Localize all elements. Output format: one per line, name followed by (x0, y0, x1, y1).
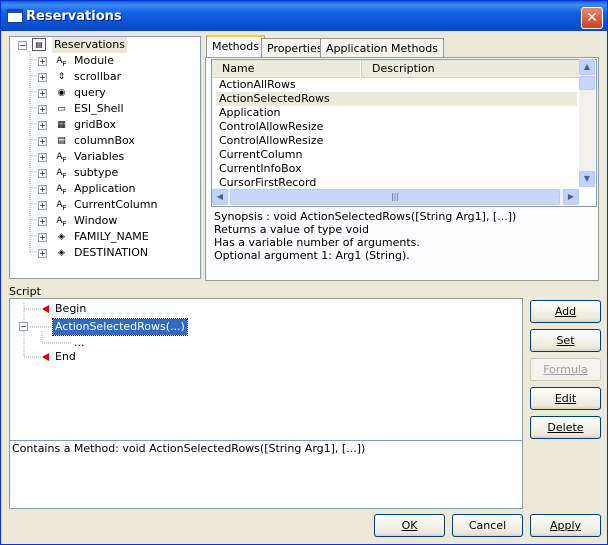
tree-item-label: ESI_Shell (74, 102, 124, 115)
edit-button[interactable]: Edit (530, 387, 601, 410)
tab-application-methods[interactable]: Application Methods (320, 38, 444, 58)
field-icon: ◈ (58, 232, 65, 242)
af-icon: AF (56, 56, 67, 68)
expand-icon[interactable]: + (38, 137, 47, 146)
synopsis-line: Optional argument 1: Arg1 (String). (214, 249, 410, 262)
expand-icon[interactable]: + (38, 121, 47, 130)
close-button[interactable]: ✕ (581, 7, 603, 29)
tree-item-label: query (74, 86, 106, 99)
expand-icon[interactable]: + (38, 249, 47, 258)
tree-item-label: DESTINATION (74, 246, 149, 259)
column-icon: ▤ (57, 136, 66, 146)
description-text: Contains a Method: void ActionSelectedRo… (12, 442, 366, 455)
scroll-thumb[interactable] (579, 76, 595, 90)
query-icon: ◉ (57, 88, 66, 98)
object-tree[interactable]: − ▤ Reservations + AF Module + ⇕ scrollbar + ◉ quer… (9, 36, 201, 279)
list-horizontal-scrollbar[interactable]: ◀ ||| ▶ (212, 189, 579, 205)
expand-icon[interactable]: + (38, 89, 47, 98)
begin-marker-icon (42, 305, 49, 313)
expand-icon[interactable]: + (38, 105, 47, 114)
expand-icon[interactable]: + (38, 73, 47, 82)
collapse-icon[interactable]: − (18, 41, 27, 50)
list-item[interactable]: ActionSelectedRows (216, 92, 577, 106)
window-icon (7, 9, 23, 23)
expand-icon[interactable]: + (38, 57, 47, 66)
script-node-selected[interactable]: ActionSelectedRows(...) (52, 318, 188, 336)
field-icon: ◈ (58, 248, 65, 258)
title-bar[interactable]: Reservations ✕ (1, 1, 607, 31)
script-tree[interactable]: Begin − ActionSelectedRows(...) ... End (9, 298, 523, 442)
list-item[interactable]: CursorFirstRecord (219, 176, 316, 190)
grid-icon: ▦ (57, 120, 66, 130)
tree-root-label: Reservations (52, 37, 127, 53)
list-item[interactable]: ControlAllowResize (219, 120, 323, 134)
synopsis-line: Has a variable number of arguments. (214, 236, 420, 249)
af-icon: AF (56, 152, 67, 164)
delete-button[interactable]: Delete (530, 416, 601, 439)
tree-item-label: subtype (74, 166, 119, 179)
script-label: Script (9, 285, 41, 298)
tree-item-label: Module (74, 54, 114, 67)
tab-methods[interactable]: Methods (206, 35, 265, 59)
list-item[interactable]: CurrentInfoBox (219, 162, 302, 176)
expand-icon[interactable]: + (38, 201, 47, 210)
collapse-icon[interactable]: − (19, 322, 28, 331)
list-item[interactable]: ControlAllowResize (219, 134, 323, 148)
formula-button[interactable]: Formula (530, 358, 601, 381)
list-vertical-scrollbar[interactable]: ▲ ▼ (579, 59, 595, 187)
script-node-end[interactable]: End (55, 349, 76, 365)
script-description: Contains a Method: void ActionSelectedRo… (9, 440, 523, 509)
tree-item-label: Application (74, 182, 136, 195)
af-icon: AF (56, 200, 67, 212)
tab-properties[interactable]: Properties (261, 38, 329, 58)
list-item[interactable]: CurrentColumn (219, 148, 302, 162)
column-header-description[interactable]: Description (361, 60, 579, 78)
ok-button[interactable]: OK (374, 514, 445, 537)
column-header-name[interactable]: Name (212, 60, 360, 78)
tree-item-label: Variables (74, 150, 125, 163)
scroll-right-icon[interactable]: ▶ (563, 189, 579, 205)
tree-item-label: gridBox (74, 118, 116, 131)
tree-item-label: Window (74, 214, 118, 227)
scroll-up-icon[interactable]: ▲ (579, 59, 595, 75)
tree-item-label: FAMILY_NAME (74, 230, 149, 243)
synopsis-line: Returns a value of type void (214, 223, 369, 236)
expand-icon[interactable]: + (38, 185, 47, 194)
tree-item-label: CurrentColumn (74, 198, 158, 211)
tree-item-label: scrollbar (74, 70, 122, 83)
horizontal-scroll-thumb[interactable]: ||| (230, 189, 560, 205)
cancel-button[interactable]: Cancel (452, 514, 523, 537)
af-icon: AF (56, 184, 67, 196)
scrollbar-icon: ⇕ (57, 72, 66, 82)
af-icon: AF (56, 216, 67, 228)
expand-icon[interactable]: + (38, 169, 47, 178)
end-marker-icon (42, 353, 49, 361)
form-icon: ▤ (32, 38, 46, 51)
script-node-begin[interactable]: Begin (55, 301, 86, 317)
synopsis-line: Synopsis : void ActionSelectedRows([Stri… (214, 210, 517, 223)
af-icon: AF (56, 168, 67, 180)
list-item[interactable]: Application (219, 106, 280, 120)
expand-icon[interactable]: + (38, 153, 47, 162)
apply-button[interactable]: Apply (530, 514, 601, 537)
shell-icon: ▭ (57, 104, 66, 114)
set-button[interactable]: Set (530, 329, 601, 352)
expand-icon[interactable]: + (38, 217, 47, 226)
tree-item-label: columnBox (74, 134, 135, 147)
expand-icon[interactable]: + (38, 233, 47, 242)
add-button[interactable]: Add (530, 300, 601, 323)
dialog-window: Reservations ✕ − ▤ Reservations + AF Module + ⇕… (0, 0, 608, 545)
window-title: Reservations (26, 9, 122, 24)
scroll-down-icon[interactable]: ▼ (579, 171, 595, 187)
scroll-left-icon[interactable]: ◀ (212, 189, 228, 205)
list-item[interactable]: ActionAllRows (219, 78, 296, 92)
